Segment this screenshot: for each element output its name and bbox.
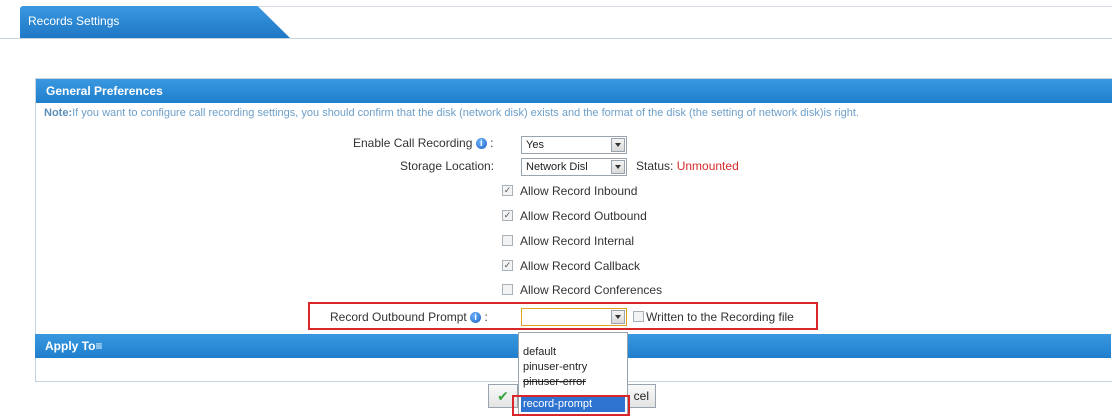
page-title: Records Settings (28, 14, 120, 28)
dropdown-option[interactable]: default (521, 345, 625, 360)
allow-record-inbound-label: Allow Record Inbound (520, 184, 638, 198)
storage-location-select[interactable]: Network Disl (521, 158, 627, 176)
colon-label: : (490, 136, 494, 150)
check-icon: ✔ (497, 388, 509, 404)
chevron-down-icon[interactable] (611, 138, 625, 152)
info-icon[interactable]: i (475, 138, 487, 150)
dropdown-option[interactable]: pinuser-entry (521, 360, 625, 375)
written-to-recording-label: Written to the Recording file (646, 310, 794, 324)
status-label: Status: (636, 159, 674, 173)
top-bar: Records Settings (0, 0, 1112, 39)
note-label: Note: (44, 107, 73, 119)
colon-label: : (484, 310, 488, 324)
top-divider (240, 6, 1112, 7)
enable-call-recording-row: Enable Call Recording i : (353, 136, 493, 150)
record-outbound-prompt-row: Record Outbound Prompt i : (330, 310, 488, 324)
status-row: Status: Unmounted (636, 159, 739, 173)
storage-location-value: Network Disl (526, 161, 588, 173)
record-outbound-prompt-select[interactable] (521, 308, 627, 326)
allow-record-callback-checkbox[interactable]: ✓ (502, 260, 513, 271)
dropdown-highlight-box (512, 395, 630, 416)
status-value: Unmounted (676, 159, 739, 173)
allow-record-inbound-checkbox[interactable]: ✓ (502, 185, 513, 196)
general-preferences-header: General Preferences (36, 79, 1112, 103)
info-icon[interactable]: i (470, 312, 482, 324)
cancel-button-label: cel (633, 389, 649, 403)
allow-record-conferences-checkbox[interactable] (502, 284, 513, 295)
written-to-recording-checkbox[interactable] (633, 311, 644, 322)
chevron-down-icon[interactable] (611, 310, 625, 324)
dropdown-option[interactable]: pinuser-error (521, 375, 625, 390)
chevron-down-icon[interactable] (611, 160, 625, 174)
record-outbound-prompt-label: Record Outbound Prompt (330, 310, 467, 324)
enable-call-recording-value: Yes (526, 139, 544, 151)
apply-to-label: Apply To (45, 339, 96, 353)
allow-record-internal-label: Allow Record Internal (520, 234, 635, 248)
allow-record-outbound-checkbox[interactable]: ✓ (502, 210, 513, 221)
allow-record-callback-label: Allow Record Callback (520, 259, 641, 273)
enable-call-recording-label: Enable Call Recording (353, 136, 473, 150)
allow-record-internal-checkbox[interactable] (502, 235, 513, 246)
allow-record-outbound-label: Allow Record Outbound (520, 209, 647, 223)
enable-call-recording-select[interactable]: Yes (521, 136, 627, 154)
chevron-down-icon: ≡ (95, 339, 103, 353)
note-text: Note:If you want to configure call recor… (44, 107, 1104, 119)
note-body: If you want to configure call recording … (72, 107, 859, 119)
storage-location-label: Storage Location: (400, 159, 495, 173)
allow-record-conferences-label: Allow Record Conferences (520, 283, 663, 297)
